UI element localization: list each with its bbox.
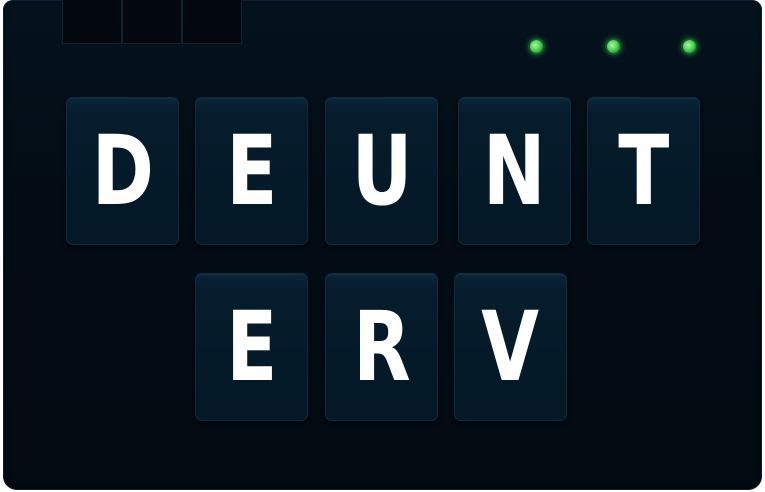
letter-tile-row1-5[interactable]: T [587,97,700,245]
letter-tile-row2-3[interactable]: V [454,273,567,421]
top-tab-3[interactable] [182,0,242,44]
top-tab-strip [62,0,242,46]
status-led-2 [607,40,620,53]
tile-letter: D [91,115,154,227]
tile-letter: T [617,115,670,227]
tile-letter: R [352,291,411,403]
game-board-panel: D E U N T E R V [3,0,762,490]
tile-letter: V [481,291,540,403]
letter-tile-row1-1[interactable]: D [66,97,179,245]
top-tab-2[interactable] [122,0,182,44]
letter-tile-row1-3[interactable]: U [325,97,438,245]
tile-letter: N [483,115,546,227]
letter-tile-row1-4[interactable]: N [458,97,571,245]
top-tab-1[interactable] [62,0,122,44]
letter-tile-row2-2[interactable]: R [325,273,438,421]
letter-tile-row2-1[interactable]: E [195,273,308,421]
tile-letter: E [225,291,278,403]
tile-letter: U [351,115,412,227]
tile-letter: E [225,115,278,227]
letter-tile-row1-2[interactable]: E [195,97,308,245]
status-led-1 [530,40,543,53]
status-led-3 [683,40,696,53]
